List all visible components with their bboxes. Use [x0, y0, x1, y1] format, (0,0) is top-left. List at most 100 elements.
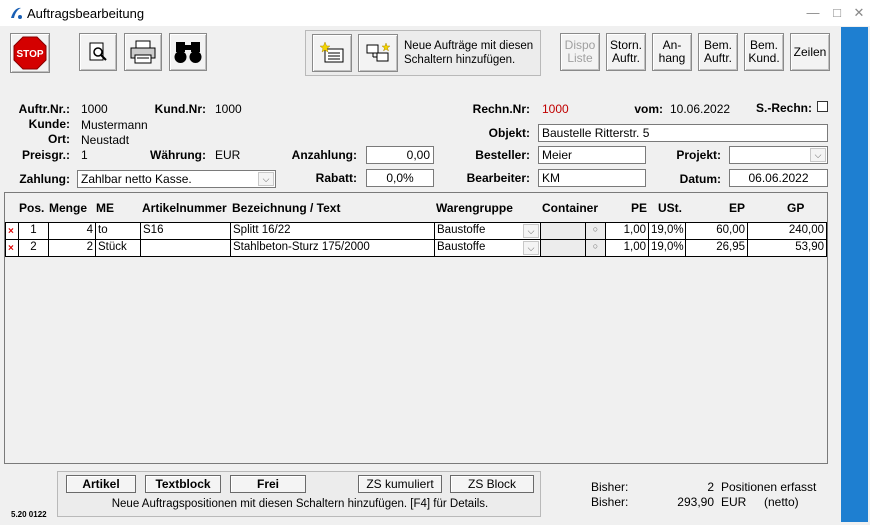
cell-article-number[interactable] — [141, 239, 231, 257]
date-input[interactable]: 06.06.2022 — [729, 169, 828, 187]
delete-row-icon[interactable]: × — [8, 226, 14, 237]
add-article-button[interactable]: Artikel — [66, 475, 136, 493]
currency-value: EUR — [215, 148, 241, 162]
summary-sum-label: Bisher: — [591, 495, 629, 509]
new-document-icon — [319, 42, 344, 63]
cell-description[interactable]: Stahlbeton-Sturz 175/2000 — [231, 239, 435, 257]
customer-value: Mustermann — [81, 118, 148, 132]
copy-order-icon — [366, 42, 391, 62]
stop-button[interactable]: STOP — [10, 33, 50, 73]
cell-price-unit[interactable]: 1,00 — [606, 222, 649, 240]
cell-pos[interactable]: 2 — [19, 239, 49, 257]
cell-price-unit[interactable]: 1,00 — [606, 239, 649, 257]
new-order-button[interactable] — [312, 34, 352, 72]
down-payment-label: Anzahlung: — [291, 148, 357, 162]
order-notes-button[interactable]: Bem. Auftr. — [698, 33, 738, 71]
editor-input[interactable]: KM — [538, 169, 646, 187]
project-select[interactable]: ⌵ — [729, 146, 828, 164]
version-label: 5.20 0122 — [11, 510, 47, 519]
add-free-position-button[interactable]: Frei — [230, 475, 306, 493]
attachment-button[interactable]: An- hang — [652, 33, 692, 71]
cell-vat[interactable]: 19,0% — [649, 222, 686, 240]
dispo-list-button[interactable]: Dispo Liste — [560, 33, 600, 71]
printer-icon — [130, 40, 156, 64]
payment-label: Zahlung: — [19, 172, 70, 186]
price-group-label: Preisgr.: — [21, 148, 70, 162]
summary-sum-value: 293,90 — [677, 495, 714, 509]
container-select-icon[interactable]: ○ — [586, 222, 606, 240]
title-bar: Auftragsbearbeitung — □ ✕ — [0, 0, 870, 26]
chevron-down-icon[interactable]: ⌵ — [258, 172, 274, 186]
cell-unit-price[interactable]: 26,95 — [686, 239, 748, 257]
col-header-quantity[interactable]: Menge — [49, 201, 87, 215]
col-header-article-number[interactable]: Artikelnummer — [142, 201, 227, 215]
customer-notes-button[interactable]: Bem. Kund. — [744, 33, 784, 71]
add-position-group: Artikel Textblock Frei ZS kumuliert ZS B… — [57, 471, 541, 517]
table-row[interactable]: × 1 4 to S16 Splitt 16/22 Baustoffe ⌵ ○ … — [5, 222, 827, 240]
collective-invoice-label: S.-Rechn: — [755, 101, 812, 115]
delete-row-cell[interactable]: × — [5, 239, 19, 257]
payment-select[interactable]: Zahlbar netto Kasse. ⌵ — [77, 170, 276, 188]
svg-text:STOP: STOP — [16, 49, 43, 60]
col-header-pos[interactable]: Pos. — [19, 201, 44, 215]
copy-order-button[interactable] — [358, 34, 398, 72]
cell-description[interactable]: Splitt 16/22 — [231, 222, 435, 240]
right-accent-bar — [841, 27, 868, 522]
cell-container[interactable] — [541, 222, 586, 240]
col-header-total-price[interactable]: GP — [787, 201, 804, 215]
cell-vat[interactable]: 19,0% — [649, 239, 686, 257]
discount-input[interactable]: 0,0% — [366, 169, 434, 187]
search-button[interactable] — [169, 33, 207, 71]
storno-order-button[interactable]: Storn. Auftr. — [606, 33, 646, 71]
project-object-label: Objekt: — [488, 126, 530, 140]
chevron-down-icon[interactable]: ⌵ — [523, 241, 539, 255]
cell-unit-price[interactable]: 60,00 — [686, 222, 748, 240]
add-subtotal-cumulative-button[interactable]: ZS kumuliert — [358, 475, 442, 493]
col-header-unit-price[interactable]: EP — [729, 201, 745, 215]
collective-invoice-checkbox[interactable] — [817, 101, 828, 112]
payment-select-value: Zahlbar netto Kasse. — [81, 172, 192, 186]
cell-quantity[interactable]: 4 — [49, 222, 96, 240]
delete-row-icon[interactable]: × — [8, 243, 14, 254]
invoice-date-value: 10.06.2022 — [670, 102, 731, 116]
down-payment-input[interactable]: 0,00 — [366, 146, 434, 164]
container-select-icon[interactable]: ○ — [586, 239, 606, 257]
project-label: Projekt: — [676, 148, 721, 162]
col-header-unit[interactable]: ME — [96, 201, 114, 215]
cell-total-price[interactable]: 53,90 — [748, 239, 827, 257]
cell-product-group[interactable]: Baustoffe ⌵ — [435, 239, 541, 257]
print-button[interactable] — [124, 33, 162, 71]
print-preview-button[interactable] — [79, 33, 117, 71]
cell-unit[interactable]: Stück — [96, 239, 141, 257]
project-object-input[interactable]: Baustelle Ritterstr. 5 — [538, 124, 828, 142]
close-button[interactable]: ✕ — [846, 4, 870, 22]
summary-count-value: 2 — [707, 480, 714, 494]
table-row[interactable]: × 2 2 Stück Stahlbeton-Sturz 175/2000 Ba… — [5, 239, 827, 257]
app-logo-icon — [11, 7, 22, 19]
customer-number-value: 1000 — [215, 102, 242, 116]
cell-article-number[interactable]: S16 — [141, 222, 231, 240]
delete-row-cell[interactable]: × — [5, 222, 19, 240]
order-positions-grid[interactable]: Pos. Menge ME Artikelnummer Bezeichnung … — [4, 192, 828, 464]
chevron-down-icon[interactable]: ⌵ — [523, 224, 539, 238]
cell-unit[interactable]: to — [96, 222, 141, 240]
chevron-down-icon[interactable]: ⌵ — [810, 148, 826, 162]
cell-pos[interactable]: 1 — [19, 222, 49, 240]
add-subtotal-block-button[interactable]: ZS Block — [450, 475, 534, 493]
col-header-vat[interactable]: USt. — [658, 201, 682, 215]
cell-product-group[interactable]: Baustoffe ⌵ — [435, 222, 541, 240]
minimize-button[interactable]: — — [800, 4, 826, 22]
col-header-price-unit[interactable]: PE — [631, 201, 647, 215]
lines-button[interactable]: Zeilen — [790, 33, 830, 71]
col-header-product-group[interactable]: Warengruppe — [436, 201, 513, 215]
col-header-container[interactable]: Container — [542, 201, 598, 215]
date-label: Datum: — [679, 172, 721, 186]
cell-container[interactable] — [541, 239, 586, 257]
add-textblock-button[interactable]: Textblock — [145, 475, 221, 493]
orderer-input[interactable]: Meier — [538, 146, 646, 164]
cell-total-price[interactable]: 240,00 — [748, 222, 827, 240]
summary-net-note: (netto) — [764, 495, 799, 509]
col-header-description[interactable]: Bezeichnung / Text — [232, 201, 340, 215]
price-group-value: 1 — [81, 148, 88, 162]
cell-quantity[interactable]: 2 — [49, 239, 96, 257]
